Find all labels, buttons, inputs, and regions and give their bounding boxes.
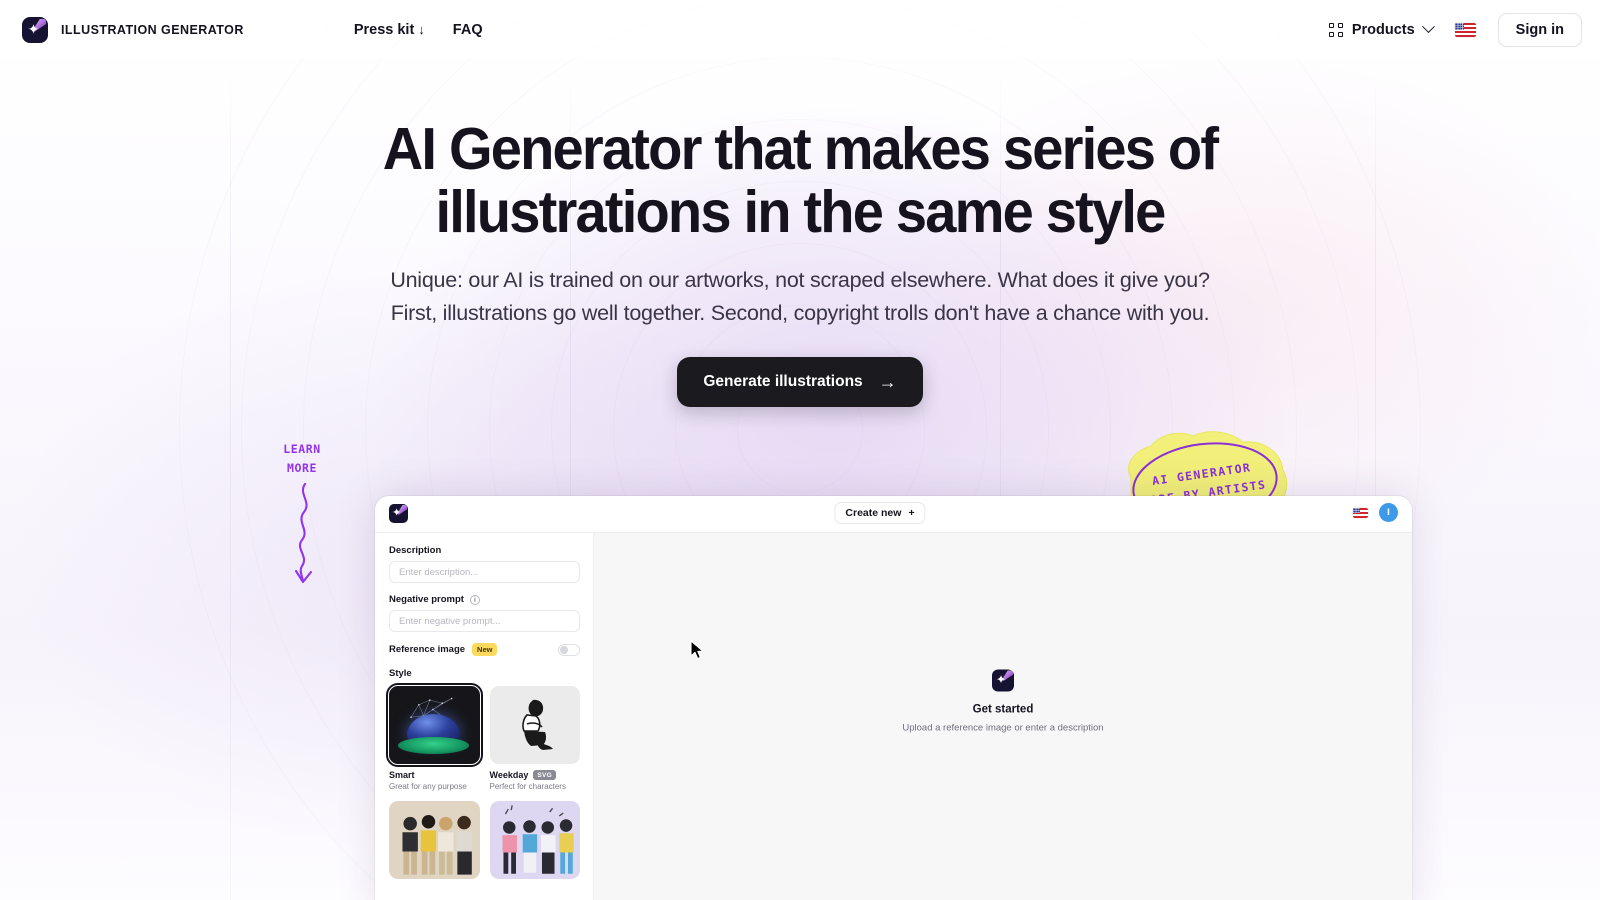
style-card-smart[interactable]: Smart Great for any purpose — [385, 682, 483, 791]
celebration-illustration — [502, 805, 574, 874]
nav-item-faq-label: FAQ — [452, 21, 483, 38]
primary-nav: Press kit ↓ FAQ — [354, 22, 483, 38]
brand-name: ILLUSTRATION GENERATOR — [61, 22, 244, 37]
reference-image-row: Reference image New — [389, 643, 580, 656]
sitting-person-illustration — [521, 699, 553, 750]
app-preview-window: ✦ Create new + I Description Enter descr… — [375, 496, 1412, 900]
hero-cta-wrap: Generate illustrations → — [0, 357, 1600, 407]
arrow-right-icon: → — [878, 372, 897, 392]
nav-item-press-kit[interactable]: Press kit ↓ — [354, 22, 425, 38]
learn-more-line-1: LEARN — [283, 442, 321, 456]
page-root: ✦ ILLUSTRATION GENERATOR Press kit ↓ FAQ… — [0, 0, 1600, 900]
us-flag-icon[interactable] — [1454, 22, 1476, 37]
download-arrow-icon: ↓ — [418, 22, 425, 37]
style-label: Style — [389, 668, 412, 679]
description-label: Description — [389, 545, 442, 556]
app-logo-icon[interactable]: ✦ — [389, 504, 408, 523]
grid-icon — [1328, 22, 1343, 37]
style-card-smart-name: Smart — [389, 770, 415, 780]
sign-in-button[interactable]: Sign in — [1497, 12, 1582, 47]
app-body: Description Negative prompt i Reference … — [375, 532, 1412, 900]
style-card-weekday-desc: Perfect for characters — [489, 782, 566, 791]
sparkle-brush-logo-icon: ✦ — [992, 669, 1014, 692]
app-user-cluster: I — [1353, 503, 1398, 522]
us-flag-icon[interactable] — [1353, 507, 1368, 518]
generate-illustrations-label: Generate illustrations — [703, 373, 863, 390]
negative-prompt-field-block: Negative prompt i — [389, 594, 580, 632]
plus-icon: + — [908, 507, 915, 519]
top-navigation-bar: ✦ ILLUSTRATION GENERATOR Press kit ↓ FAQ… — [0, 0, 1600, 59]
empty-state-title: Get started — [972, 703, 1034, 716]
dark-planet-thumbnail — [385, 682, 483, 768]
app-canvas: ✦ Get started Upload a reference image o… — [594, 533, 1412, 900]
avatar[interactable]: I — [1379, 503, 1398, 522]
hero-section: AI Generator that makes series of illust… — [0, 0, 1600, 407]
svg-badge: SVG — [533, 770, 556, 780]
style-card-weekday-name: Weekday SVG — [490, 770, 581, 780]
negative-prompt-label: Negative prompt i — [389, 594, 580, 605]
hero-subtitle: Unique: our AI is trained on our artwork… — [390, 268, 1210, 325]
products-menu-label: Products — [1351, 21, 1415, 38]
brand[interactable]: ✦ ILLUSTRATION GENERATOR — [22, 16, 244, 43]
header-right-cluster: Products Sign in — [1328, 12, 1582, 47]
learn-more-line-2: MORE — [286, 461, 318, 475]
page-title: AI Generator that makes series of illust… — [382, 116, 1219, 245]
line-art-person-thumbnail — [489, 686, 580, 764]
style-card-weekday[interactable]: Weekday SVG Perfect for characters — [489, 686, 581, 791]
style-grid: Smart Great for any purpose Weekday SVG … — [385, 682, 581, 879]
group-people-thumbnail — [389, 801, 480, 879]
empty-state-description: Upload a reference image or enter a desc… — [902, 722, 1104, 734]
squiggly-arrow-icon — [294, 482, 313, 584]
reference-image-toggle[interactable] — [558, 643, 580, 656]
generate-illustrations-button[interactable]: Generate illustrations → — [677, 357, 923, 407]
products-menu-button[interactable]: Products — [1328, 20, 1435, 38]
reference-image-label: Reference image — [389, 644, 466, 655]
negative-prompt-label-text: Negative prompt — [389, 594, 464, 605]
style-card-smart-desc: Great for any purpose — [389, 782, 467, 791]
empty-state: ✦ Get started Upload a reference image o… — [893, 669, 1113, 734]
mouse-cursor-icon — [690, 640, 704, 660]
negative-prompt-input[interactable] — [389, 610, 580, 632]
celebration-people-thumbnail — [489, 801, 580, 879]
create-new-button[interactable]: Create new + — [834, 502, 926, 524]
chevron-down-icon — [1421, 20, 1435, 34]
app-topbar: ✦ Create new + I — [375, 496, 1412, 532]
nav-item-press-kit-label: Press kit — [353, 21, 415, 38]
new-badge: New — [472, 643, 498, 656]
description-field-block: Description — [389, 545, 580, 583]
info-icon[interactable]: i — [469, 594, 480, 605]
sparkle-brush-logo-icon: ✦ — [22, 16, 48, 43]
nav-item-faq[interactable]: FAQ — [453, 22, 483, 38]
description-input[interactable] — [389, 561, 580, 583]
four-people-illustration — [402, 814, 472, 875]
app-sidebar: Description Negative prompt i Reference … — [375, 533, 594, 900]
style-card-4[interactable] — [489, 801, 580, 879]
learn-more-annotation[interactable]: LEARN MORE — [272, 440, 332, 592]
create-new-label: Create new — [845, 507, 902, 519]
style-card-3[interactable] — [389, 801, 480, 879]
